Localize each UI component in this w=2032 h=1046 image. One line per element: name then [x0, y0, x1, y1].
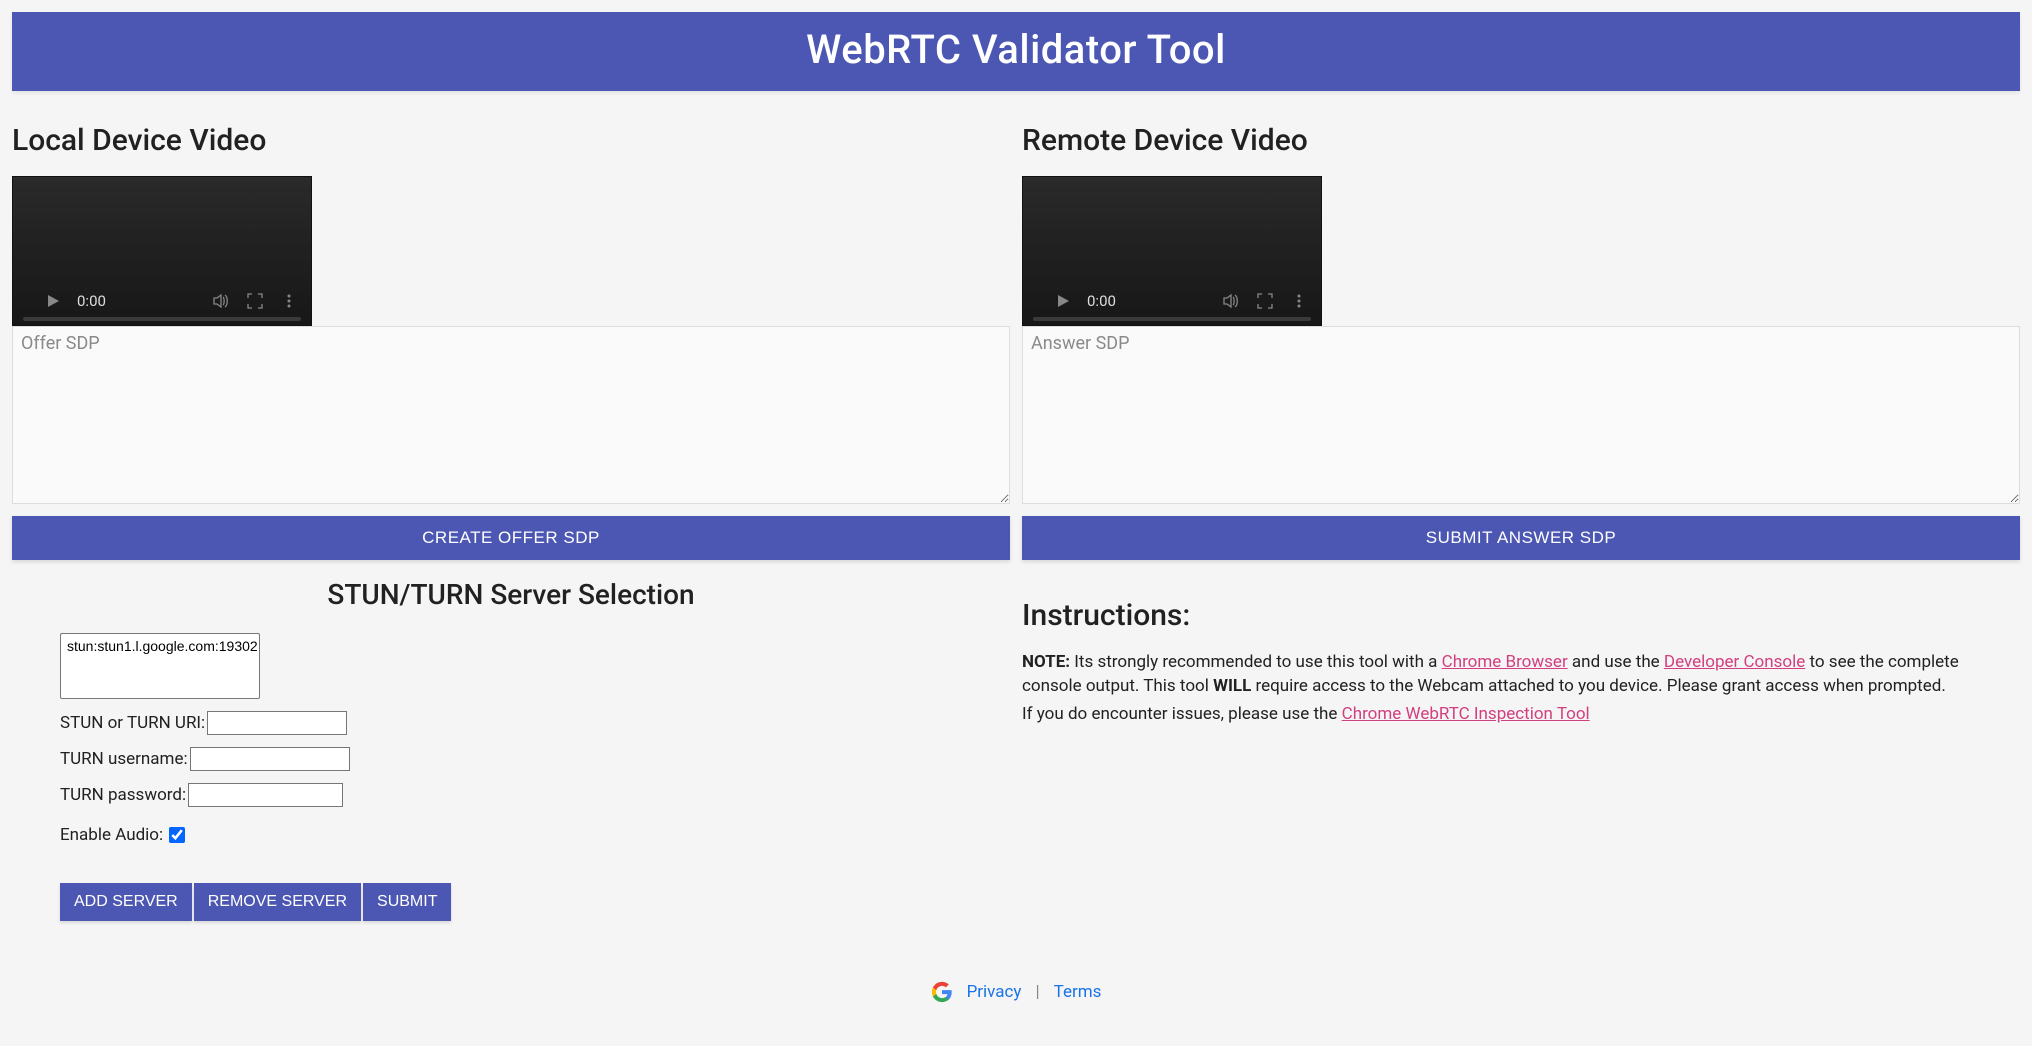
will-emphasis: WILL [1213, 676, 1251, 696]
app-header: WebRTC Validator Tool [12, 12, 2020, 91]
stun-uri-label: STUN or TURN URI: [60, 713, 205, 733]
local-video-player[interactable]: 0:00 [12, 176, 312, 326]
turn-password-label: TURN password: [60, 785, 186, 805]
remote-video-player[interactable]: 0:00 [1022, 176, 1322, 326]
server-list-option[interactable]: stun:stun1.l.google.com:19302 [63, 636, 257, 656]
google-logo-icon [931, 981, 953, 1003]
local-video-heading: Local Device Video [12, 123, 1010, 158]
privacy-link[interactable]: Privacy [967, 982, 1022, 1002]
turn-username-label: TURN username: [60, 749, 188, 769]
app-title: WebRTC Validator Tool [806, 26, 1226, 73]
local-video-time: 0:00 [77, 292, 106, 310]
footer-separator: | [1035, 982, 1039, 1002]
enable-audio-label: Enable Audio: [60, 825, 163, 845]
remote-video-heading: Remote Device Video [1022, 123, 2020, 158]
play-icon[interactable] [45, 293, 61, 309]
remote-video-scrubber[interactable] [1033, 317, 1311, 321]
instructions-heading: Instructions: [1022, 598, 2020, 633]
submit-answer-button[interactable]: SUBMIT ANSWER SDP [1022, 516, 2020, 560]
more-icon[interactable] [281, 293, 297, 309]
server-list-select[interactable]: stun:stun1.l.google.com:19302 [60, 633, 260, 699]
turn-username-input[interactable] [190, 747, 350, 771]
chrome-browser-link[interactable]: Chrome Browser [1442, 652, 1568, 672]
more-icon[interactable] [1291, 293, 1307, 309]
fullscreen-icon[interactable] [247, 293, 263, 309]
stun-heading: STUN/TURN Server Selection [12, 578, 1010, 611]
page-footer: Privacy | Terms [12, 981, 2020, 1003]
answer-sdp-textarea[interactable] [1022, 326, 2020, 504]
submit-server-button[interactable]: SUBMIT [363, 883, 451, 921]
local-column: Local Device Video 0:00 CREATE OF [12, 99, 1010, 921]
fullscreen-icon[interactable] [1257, 293, 1273, 309]
volume-icon[interactable] [211, 292, 229, 310]
stun-turn-section: STUN/TURN Server Selection stun:stun1.l.… [12, 578, 1010, 921]
instructions-text: NOTE: Its strongly recommended to use th… [1022, 651, 2020, 726]
play-icon[interactable] [1055, 293, 1071, 309]
local-video-scrubber[interactable] [23, 317, 301, 321]
enable-audio-checkbox[interactable] [169, 827, 185, 843]
volume-icon[interactable] [1221, 292, 1239, 310]
note-label: NOTE: [1022, 652, 1070, 672]
developer-console-link[interactable]: Developer Console [1664, 652, 1805, 672]
add-server-button[interactable]: ADD SERVER [60, 883, 192, 921]
turn-password-input[interactable] [188, 783, 343, 807]
remote-column: Remote Device Video 0:00 SUBMIT A [1022, 99, 2020, 921]
stun-uri-input[interactable] [207, 711, 347, 735]
remote-video-time: 0:00 [1087, 292, 1116, 310]
create-offer-button[interactable]: CREATE OFFER SDP [12, 516, 1010, 560]
chrome-inspection-tool-link[interactable]: Chrome WebRTC Inspection Tool [1342, 704, 1590, 724]
remove-server-button[interactable]: REMOVE SERVER [194, 883, 361, 921]
offer-sdp-textarea[interactable] [12, 326, 1010, 504]
terms-link[interactable]: Terms [1054, 982, 1102, 1002]
